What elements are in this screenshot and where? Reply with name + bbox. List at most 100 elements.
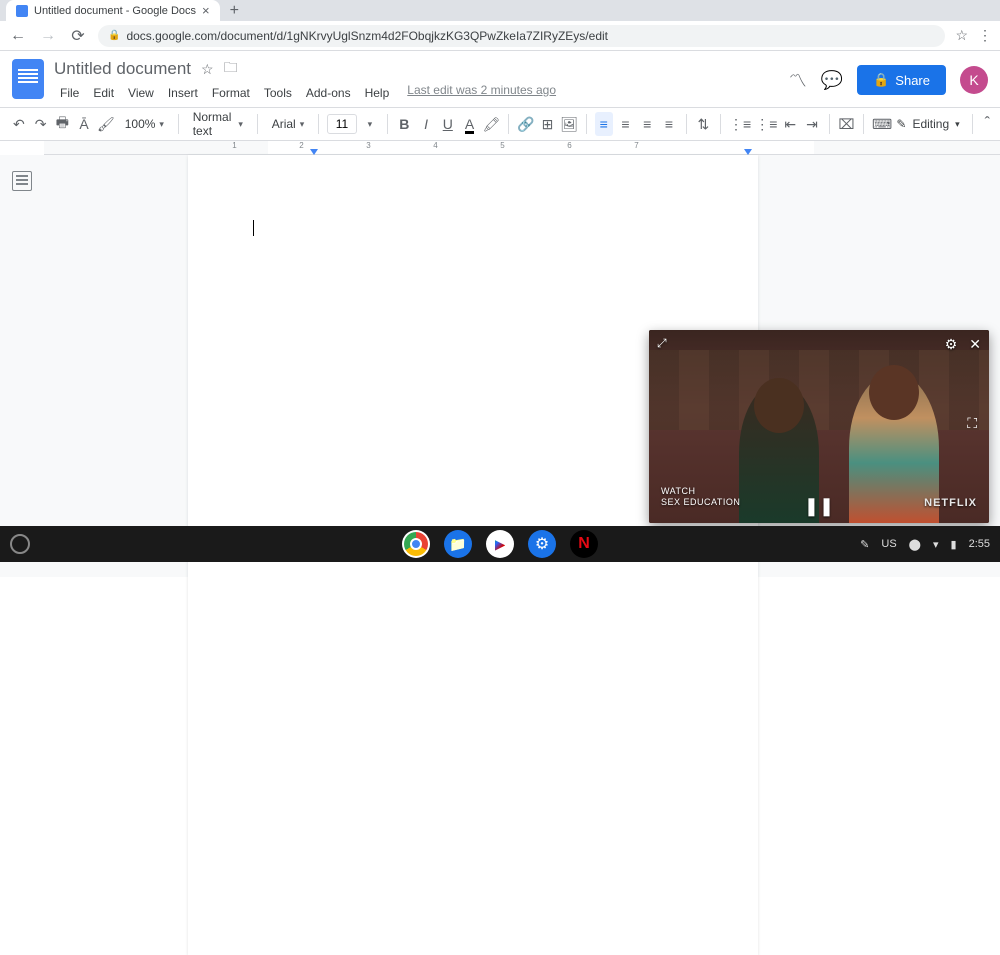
browser-menu-icon[interactable]: ⋮	[978, 27, 992, 44]
pip-caption: WATCH SEX EDUCATION	[661, 486, 740, 509]
pip-back-to-tab-icon[interactable]: ⤢	[657, 336, 667, 351]
menu-tools[interactable]: Tools	[258, 83, 298, 103]
separator	[508, 114, 509, 134]
forward-button[interactable]: →	[38, 27, 58, 45]
clock[interactable]: 2:55	[969, 538, 990, 550]
keyboard-lang[interactable]: US	[881, 538, 896, 550]
separator	[178, 114, 179, 134]
spellcheck-icon[interactable]: Ā	[75, 112, 93, 136]
last-edit-text[interactable]: Last edit was 2 minutes ago	[407, 83, 556, 103]
font-size-dropdown-icon[interactable]: ▾	[361, 112, 379, 136]
ruler-mark: 7	[603, 141, 670, 150]
account-avatar[interactable]: K	[960, 66, 988, 94]
separator	[686, 114, 687, 134]
docs-header: Untitled document ☆ 🗀 File Edit View Ins…	[0, 51, 1000, 103]
highlight-icon[interactable]: 🖍	[482, 112, 500, 136]
menu-addons[interactable]: Add-ons	[300, 83, 357, 103]
separator	[387, 114, 388, 134]
settings-app-icon[interactable]: ⚙	[528, 530, 556, 558]
font-select[interactable]: Arial	[266, 114, 311, 134]
files-app-icon[interactable]	[444, 530, 472, 558]
tab-title: Untitled document - Google Docs	[34, 5, 196, 17]
netflix-app-icon[interactable]: N	[570, 530, 598, 558]
shelf: ⚙ N ✎ US ⬤ ▾ ▮ 2:55	[0, 526, 1000, 562]
lock-icon: 🔒	[108, 30, 120, 41]
docs-logo-icon[interactable]	[12, 59, 44, 99]
bookmark-icon[interactable]: ☆	[955, 27, 968, 44]
close-tab-icon[interactable]: ×	[202, 3, 210, 18]
play-store-app-icon[interactable]	[486, 530, 514, 558]
lock-icon: 🔒	[873, 72, 889, 88]
star-icon[interactable]: ☆	[201, 61, 214, 78]
separator	[720, 114, 721, 134]
image-icon[interactable]: 🖼	[560, 112, 578, 136]
underline-icon[interactable]: U	[439, 112, 457, 136]
back-button[interactable]: ←	[8, 27, 28, 45]
pip-close-icon[interactable]: ✕	[969, 336, 981, 353]
comments-icon[interactable]: 💬	[821, 70, 843, 91]
redo-icon[interactable]: ↷	[32, 112, 50, 136]
share-button[interactable]: 🔒 Share	[857, 65, 946, 95]
align-left-icon[interactable]: ≡	[595, 112, 613, 136]
menu-help[interactable]: Help	[359, 83, 396, 103]
hide-menus-icon[interactable]: ˆ	[985, 115, 990, 133]
menu-insert[interactable]: Insert	[162, 83, 204, 103]
paragraph-style-select[interactable]: Normal text	[187, 107, 249, 141]
analytics-icon[interactable]: 〽	[789, 67, 807, 93]
pip-pause-icon[interactable]: ❚❚	[804, 496, 834, 517]
bulleted-list-icon[interactable]: ⋮≡	[755, 112, 777, 136]
system-tray[interactable]: ✎ US ⬤ ▾ ▮ 2:55	[860, 538, 990, 551]
align-center-icon[interactable]: ≡	[617, 112, 635, 136]
browser-tab[interactable]: Untitled document - Google Docs ×	[6, 0, 220, 21]
browser-tab-strip: Untitled document - Google Docs × +	[0, 0, 1000, 21]
new-tab-button[interactable]: +	[230, 2, 239, 20]
document-title[interactable]: Untitled document	[54, 59, 191, 79]
decrease-indent-icon[interactable]: ⇤	[781, 112, 799, 136]
ruler-mark: 1	[201, 141, 268, 150]
bold-icon[interactable]: B	[395, 112, 413, 136]
address-bar[interactable]: 🔒 docs.google.com/document/d/1gNKrvyUglS…	[98, 25, 945, 47]
editing-mode-select[interactable]: ✎ Editing ▾	[896, 117, 959, 131]
chrome-app-icon[interactable]	[402, 530, 430, 558]
pip-fullscreen-icon[interactable]: ⛶	[967, 415, 977, 432]
line-spacing-icon[interactable]: ⇅	[695, 112, 713, 136]
zoom-select[interactable]: 100%	[119, 114, 170, 134]
pip-window[interactable]: ⤢ ⚙ ✕ ⛶ WATCH SEX EDUCATION ❚❚ NETFLIX	[649, 330, 989, 523]
menu-bar: File Edit View Insert Format Tools Add-o…	[54, 83, 779, 103]
notifications-icon[interactable]: ⬤	[909, 538, 921, 551]
align-justify-icon[interactable]: ≡	[660, 112, 678, 136]
wifi-icon[interactable]: ▾	[933, 538, 939, 551]
menu-format[interactable]: Format	[206, 83, 256, 103]
move-folder-icon[interactable]: 🗀	[224, 57, 238, 81]
increase-indent-icon[interactable]: ⇥	[803, 112, 821, 136]
reload-button[interactable]: ⟳	[68, 26, 88, 46]
input-tools-icon[interactable]: ⌨	[872, 112, 892, 136]
launcher-icon[interactable]	[10, 534, 30, 554]
menu-file[interactable]: File	[54, 83, 85, 103]
comment-icon[interactable]: ⊞	[539, 112, 557, 136]
ruler-mark: 4	[402, 141, 469, 150]
align-right-icon[interactable]: ≡	[638, 112, 656, 136]
menu-view[interactable]: View	[122, 83, 160, 103]
pip-settings-icon[interactable]: ⚙	[945, 336, 958, 353]
numbered-list-icon[interactable]: ⋮≡	[729, 112, 751, 136]
italic-icon[interactable]: I	[417, 112, 435, 136]
undo-icon[interactable]: ↶	[10, 112, 28, 136]
battery-icon[interactable]: ▮	[951, 538, 957, 551]
paint-format-icon[interactable]: 🖌	[97, 112, 115, 136]
font-size-input[interactable]	[327, 114, 357, 134]
separator	[972, 114, 973, 134]
separator	[863, 114, 864, 134]
clear-formatting-icon[interactable]: ⌧	[838, 112, 856, 136]
link-icon[interactable]: 🔗	[517, 112, 535, 136]
outline-icon[interactable]	[12, 171, 32, 191]
separator	[829, 114, 830, 134]
formatting-toolbar: ↶ ↷ 🖶 Ā 🖌 100% Normal text Arial ▾ B I U…	[0, 107, 1000, 141]
text-color-icon[interactable]: A	[461, 112, 479, 136]
stylus-icon[interactable]: ✎	[860, 538, 869, 551]
browser-toolbar: ← → ⟳ 🔒 docs.google.com/document/d/1gNKr…	[0, 21, 1000, 51]
horizontal-ruler[interactable]: 1 2 3 4 5 6 7	[44, 141, 1000, 155]
menu-edit[interactable]: Edit	[87, 83, 120, 103]
docs-favicon	[16, 5, 28, 17]
print-icon[interactable]: 🖶	[53, 112, 71, 136]
